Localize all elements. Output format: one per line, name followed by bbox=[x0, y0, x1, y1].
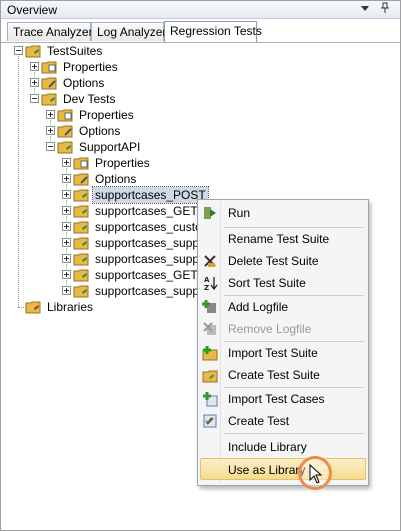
expand-icon[interactable] bbox=[62, 254, 71, 263]
pin-icon[interactable] bbox=[378, 2, 392, 16]
menu-item-rename-test-suite[interactable]: Rename Test Suite bbox=[200, 228, 366, 250]
tab-label: Trace Analyzer bbox=[13, 25, 93, 39]
tree-node-label: Properties bbox=[79, 108, 134, 122]
tab-log-analyzer[interactable]: Log Analyzer bbox=[91, 22, 167, 41]
menu-item-label: Use as Library bbox=[228, 463, 306, 477]
test-suite-folder-icon bbox=[41, 91, 59, 107]
tree-node-label: Options bbox=[95, 172, 137, 186]
collapse-icon[interactable] bbox=[46, 142, 55, 151]
menu-item-label: Add Logfile bbox=[228, 300, 289, 314]
menu-item-label: Rename Test Suite bbox=[228, 232, 330, 246]
tree-node-label: SupportAPI bbox=[79, 140, 141, 154]
tree-node-label: supportcases_supp bbox=[95, 284, 200, 298]
panel-title: Overview bbox=[7, 3, 58, 17]
expand-icon[interactable] bbox=[62, 174, 71, 183]
tree-node-label: Dev Tests bbox=[63, 92, 116, 106]
window-position-icon[interactable] bbox=[358, 2, 372, 16]
library-folder-icon bbox=[25, 299, 43, 315]
tree-node-label: Libraries bbox=[47, 300, 94, 314]
expand-icon[interactable] bbox=[62, 206, 71, 215]
expand-icon[interactable] bbox=[62, 222, 71, 231]
menu-item-label: Remove Logfile bbox=[228, 322, 312, 336]
expand-icon[interactable] bbox=[62, 286, 71, 295]
options-icon bbox=[41, 75, 59, 91]
expand-icon[interactable] bbox=[30, 78, 39, 87]
test-suite-folder-icon bbox=[73, 203, 91, 219]
tab-regression-tests[interactable]: Regression Tests bbox=[164, 21, 262, 42]
expand-icon[interactable] bbox=[46, 110, 55, 119]
svg-text:A: A bbox=[204, 276, 210, 284]
collapse-icon[interactable] bbox=[30, 94, 39, 103]
properties-icon bbox=[57, 107, 75, 123]
tree-node-label: supportcases_GET bbox=[95, 204, 198, 218]
tree-node-label: Options bbox=[79, 124, 121, 138]
remove-logfile-icon bbox=[202, 321, 218, 337]
expand-icon[interactable] bbox=[62, 238, 71, 247]
panel-header: Overview bbox=[1, 1, 400, 19]
tree-node-label: supportcases_GET_ bbox=[95, 268, 205, 282]
tree-node-label: supportcases_POST bbox=[92, 186, 209, 204]
test-suite-folder-icon bbox=[73, 219, 91, 235]
tree-node-label: supportcases_supp bbox=[95, 236, 200, 250]
delete-icon bbox=[202, 253, 218, 269]
import-cases-icon bbox=[202, 391, 218, 407]
tab-trace-analyzer[interactable]: Trace Analyzer bbox=[7, 22, 93, 41]
menu-item-label: Import Test Suite bbox=[228, 346, 318, 360]
menu-item-label: Include Library bbox=[228, 440, 307, 454]
menu-item-add-logfile[interactable]: Add Logfile bbox=[200, 296, 366, 318]
tab-strip: Trace Analyzer Log Analyzer Regression T… bbox=[1, 21, 400, 43]
test-suite-folder-icon bbox=[57, 139, 75, 155]
menu-item-label: Create Test Suite bbox=[228, 368, 320, 382]
create-test-icon bbox=[202, 413, 218, 429]
menu-item-import-test-cases[interactable]: Import Test Cases bbox=[200, 388, 366, 410]
test-suite-folder-icon bbox=[73, 235, 91, 251]
create-suite-icon bbox=[202, 367, 218, 383]
menu-item-import-test-suite[interactable]: Import Test Suite bbox=[200, 342, 366, 364]
mouse-pointer-icon bbox=[309, 463, 323, 484]
tree-node-label: TestSuites bbox=[47, 44, 103, 58]
options-icon bbox=[57, 123, 75, 139]
tree-node-label: Properties bbox=[63, 60, 118, 74]
import-suite-icon bbox=[202, 345, 218, 361]
expand-icon[interactable] bbox=[46, 126, 55, 135]
collapse-icon[interactable] bbox=[14, 46, 23, 55]
tree-node-label: supportcases_supp bbox=[95, 252, 200, 266]
expand-icon[interactable] bbox=[30, 62, 39, 71]
test-suite-folder-icon bbox=[73, 267, 91, 283]
test-suite-folder-icon bbox=[73, 283, 91, 299]
context-menu: Run Rename Test Suite Delete Test Suite … bbox=[197, 199, 369, 486]
menu-item-label: Delete Test Suite bbox=[228, 254, 319, 268]
menu-item-include-library[interactable]: Include Library bbox=[200, 436, 366, 458]
expand-icon[interactable] bbox=[62, 270, 71, 279]
menu-item-run[interactable]: Run bbox=[200, 202, 366, 224]
properties-icon bbox=[73, 155, 91, 171]
menu-item-label: Import Test Cases bbox=[228, 392, 325, 406]
tree-node-label: Properties bbox=[95, 156, 150, 170]
test-suite-folder-icon bbox=[73, 187, 91, 203]
expand-icon[interactable] bbox=[62, 190, 71, 199]
menu-item-create-test-suite[interactable]: Create Test Suite bbox=[200, 364, 366, 386]
tab-label: Regression Tests bbox=[170, 24, 262, 38]
menu-item-remove-logfile[interactable]: Remove Logfile bbox=[200, 318, 366, 340]
menu-item-label: Run bbox=[228, 206, 251, 220]
test-suite-folder-icon bbox=[25, 43, 43, 59]
expand-icon[interactable] bbox=[62, 158, 71, 167]
svg-text:Z: Z bbox=[204, 284, 209, 291]
menu-item-delete-test-suite[interactable]: Delete Test Suite bbox=[200, 250, 366, 272]
menu-item-sort-test-suite[interactable]: AZ Sort Test Suite bbox=[200, 272, 366, 294]
add-logfile-icon bbox=[202, 299, 218, 315]
options-icon bbox=[73, 171, 91, 187]
sort-az-icon: AZ bbox=[202, 275, 218, 292]
menu-item-label: Sort Test Suite bbox=[228, 276, 306, 290]
menu-item-use-as-library[interactable]: Use as Library bbox=[200, 458, 366, 480]
run-icon bbox=[202, 205, 218, 221]
test-suite-folder-icon bbox=[73, 251, 91, 267]
properties-icon bbox=[41, 59, 59, 75]
tab-label: Log Analyzer bbox=[97, 25, 167, 39]
overview-panel: Overview Trace Analyzer Log Analyzer Reg… bbox=[0, 0, 401, 531]
menu-item-label: Create Test bbox=[228, 414, 290, 428]
tree-node-label: Options bbox=[63, 76, 105, 90]
menu-item-create-test[interactable]: Create Test bbox=[200, 410, 366, 432]
tree-node-label: supportcases_custo bbox=[95, 220, 202, 234]
